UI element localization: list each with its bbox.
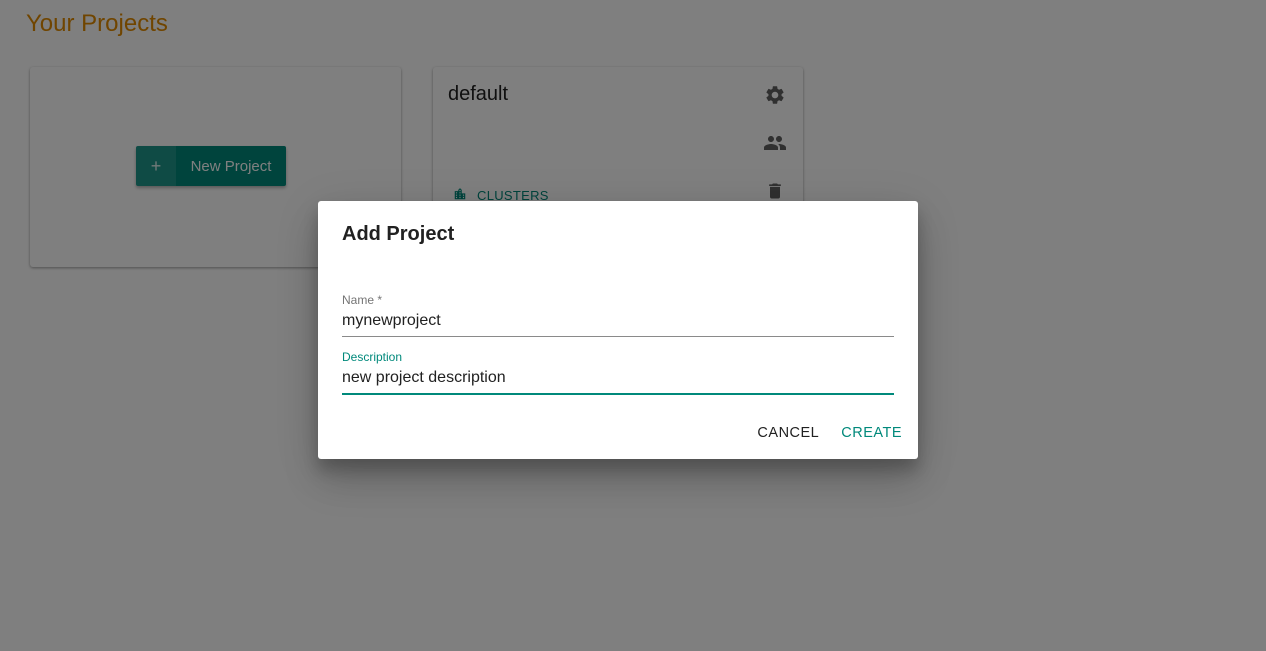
add-project-dialog: Add Project Name * Description CANCEL CR… [318, 201, 918, 459]
name-field-label: Name * [342, 293, 383, 307]
description-field: Description [342, 350, 894, 395]
dialog-title: Add Project [342, 223, 455, 245]
dialog-actions: CANCEL CREATE [751, 421, 908, 445]
create-button[interactable]: CREATE [835, 421, 908, 445]
name-field: Name * [342, 293, 894, 337]
description-field-label: Description [342, 350, 403, 364]
name-input[interactable] [342, 308, 894, 337]
description-input[interactable] [342, 365, 894, 395]
cancel-button[interactable]: CANCEL [751, 421, 825, 445]
